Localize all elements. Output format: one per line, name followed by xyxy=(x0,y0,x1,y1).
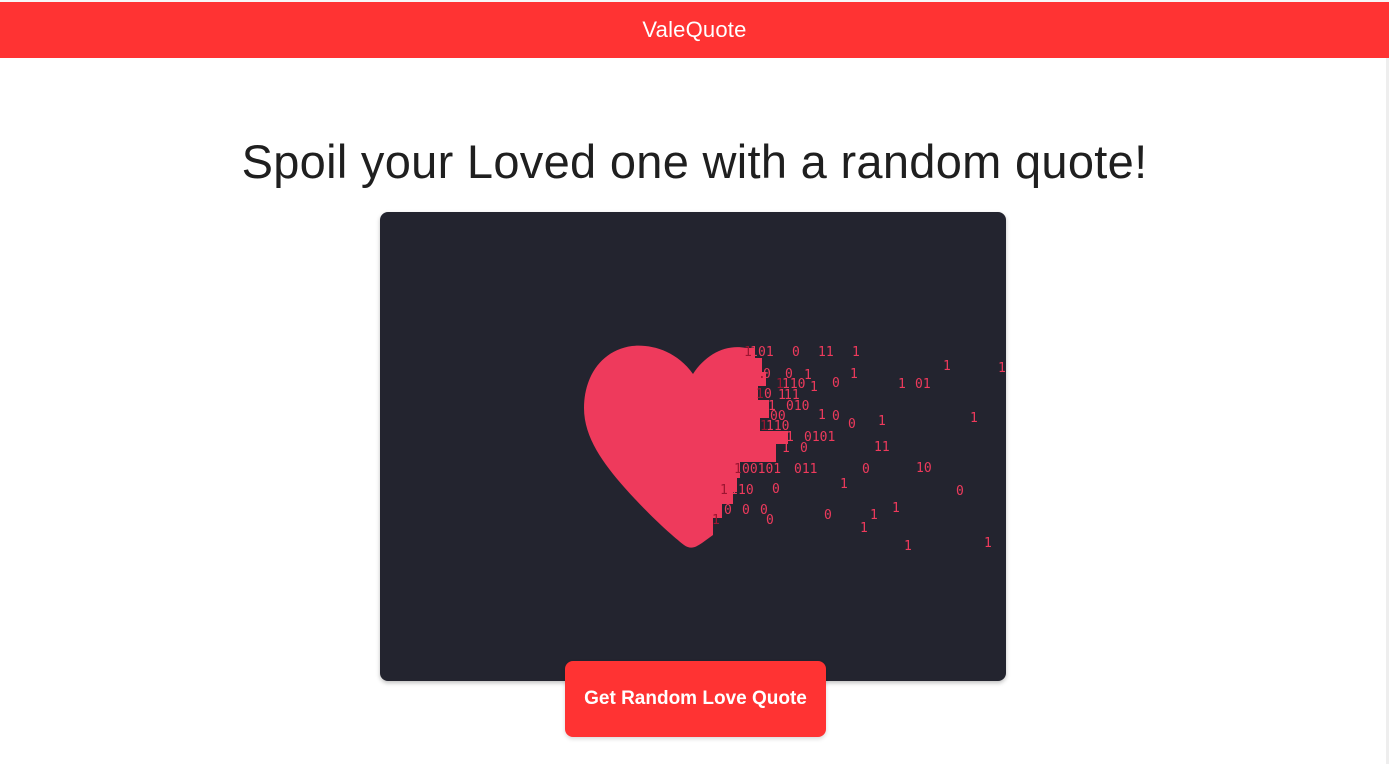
svg-text:0: 0 xyxy=(848,417,856,432)
svg-text:1: 1 xyxy=(850,367,858,382)
svg-text:0: 0 xyxy=(832,409,840,424)
svg-text:0: 0 xyxy=(763,367,771,382)
svg-text:0: 0 xyxy=(772,482,780,497)
hero-illustration-card: 1 1 01 0 11 1 11 .00 11 1 110 1 0 1 01 101 11 1… xyxy=(380,212,1006,681)
svg-text:1: 1 xyxy=(720,483,728,498)
svg-text:1: 1 xyxy=(860,521,868,536)
svg-text:0: 0 xyxy=(742,503,750,518)
svg-text:1: 1 xyxy=(782,441,790,456)
svg-text:0: 0 xyxy=(766,513,774,528)
svg-text:1: 1 xyxy=(818,408,826,423)
svg-text:1: 1 xyxy=(712,513,720,528)
svg-text:0: 0 xyxy=(764,430,772,445)
svg-text:1: 1 xyxy=(756,387,764,402)
svg-text:1: 1 xyxy=(878,414,886,429)
svg-text:1: 1 xyxy=(840,477,848,492)
navbar: ValeQuote xyxy=(0,2,1389,58)
get-random-quote-button[interactable]: Get Random Love Quote xyxy=(565,661,826,737)
svg-text:1: 1 xyxy=(750,345,758,360)
svg-text:010: 010 xyxy=(786,399,809,414)
svg-text:1: 1 xyxy=(870,508,878,523)
svg-text:01: 01 xyxy=(915,377,931,392)
svg-text:1: 1 xyxy=(943,359,951,374)
svg-text:10: 10 xyxy=(916,461,932,476)
svg-text:0: 0 xyxy=(724,503,732,518)
svg-text:1: 1 xyxy=(734,462,742,477)
svg-text:0: 0 xyxy=(800,441,808,456)
svg-text:0: 0 xyxy=(862,462,870,477)
svg-text:01: 01 xyxy=(758,345,774,360)
svg-text:00101: 00101 xyxy=(742,462,781,477)
brand-title[interactable]: ValeQuote xyxy=(642,17,746,43)
svg-text:10: 10 xyxy=(738,483,754,498)
svg-text:1: 1 xyxy=(730,483,738,498)
svg-text:0101: 0101 xyxy=(804,430,835,445)
svg-text:1: 1 xyxy=(970,411,978,426)
svg-text:0: 0 xyxy=(792,345,800,360)
svg-text:011: 011 xyxy=(794,462,817,477)
svg-text:0: 0 xyxy=(832,376,840,391)
svg-text:1: 1 xyxy=(892,501,900,516)
svg-text:1: 1 xyxy=(852,345,860,360)
svg-text:1: 1 xyxy=(810,380,818,395)
svg-text:1: 1 xyxy=(904,539,912,554)
svg-text:0: 0 xyxy=(824,508,832,523)
svg-text:0: 0 xyxy=(956,484,964,499)
heart-binary-dissolve-icon: 1 1 01 0 11 1 11 .0 0 11 1110 1 0 1 01 101 11 1… xyxy=(584,345,1006,554)
svg-text:11: 11 xyxy=(818,345,834,360)
svg-text:1: 1 xyxy=(984,536,992,551)
page-headline: Spoil your Loved one with a random quote… xyxy=(241,135,1148,188)
svg-text:11: 11 xyxy=(874,440,890,455)
svg-text:1: 1 xyxy=(898,377,906,392)
svg-text:1: 1 xyxy=(998,361,1006,376)
